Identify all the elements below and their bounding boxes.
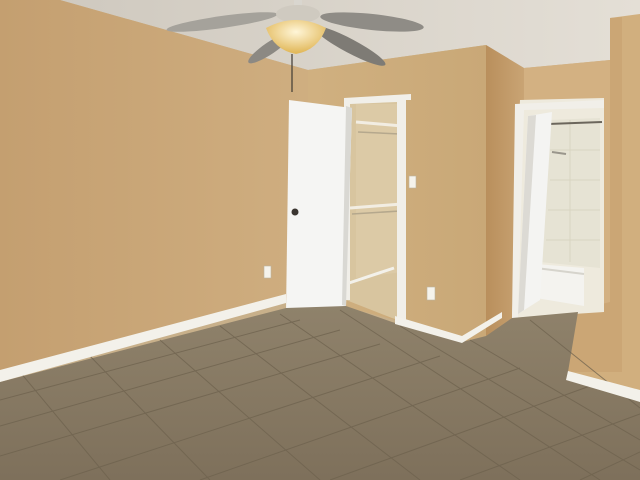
closet-back-wall xyxy=(356,104,402,278)
door-knob[interactable] xyxy=(291,208,299,216)
light-switch[interactable] xyxy=(408,175,417,189)
closet-door[interactable] xyxy=(286,100,352,313)
bedroom-photo xyxy=(0,0,640,480)
wall-outlet-left xyxy=(263,265,272,279)
wall-outlet-middle xyxy=(426,286,436,301)
bedroom-scene xyxy=(0,0,640,480)
